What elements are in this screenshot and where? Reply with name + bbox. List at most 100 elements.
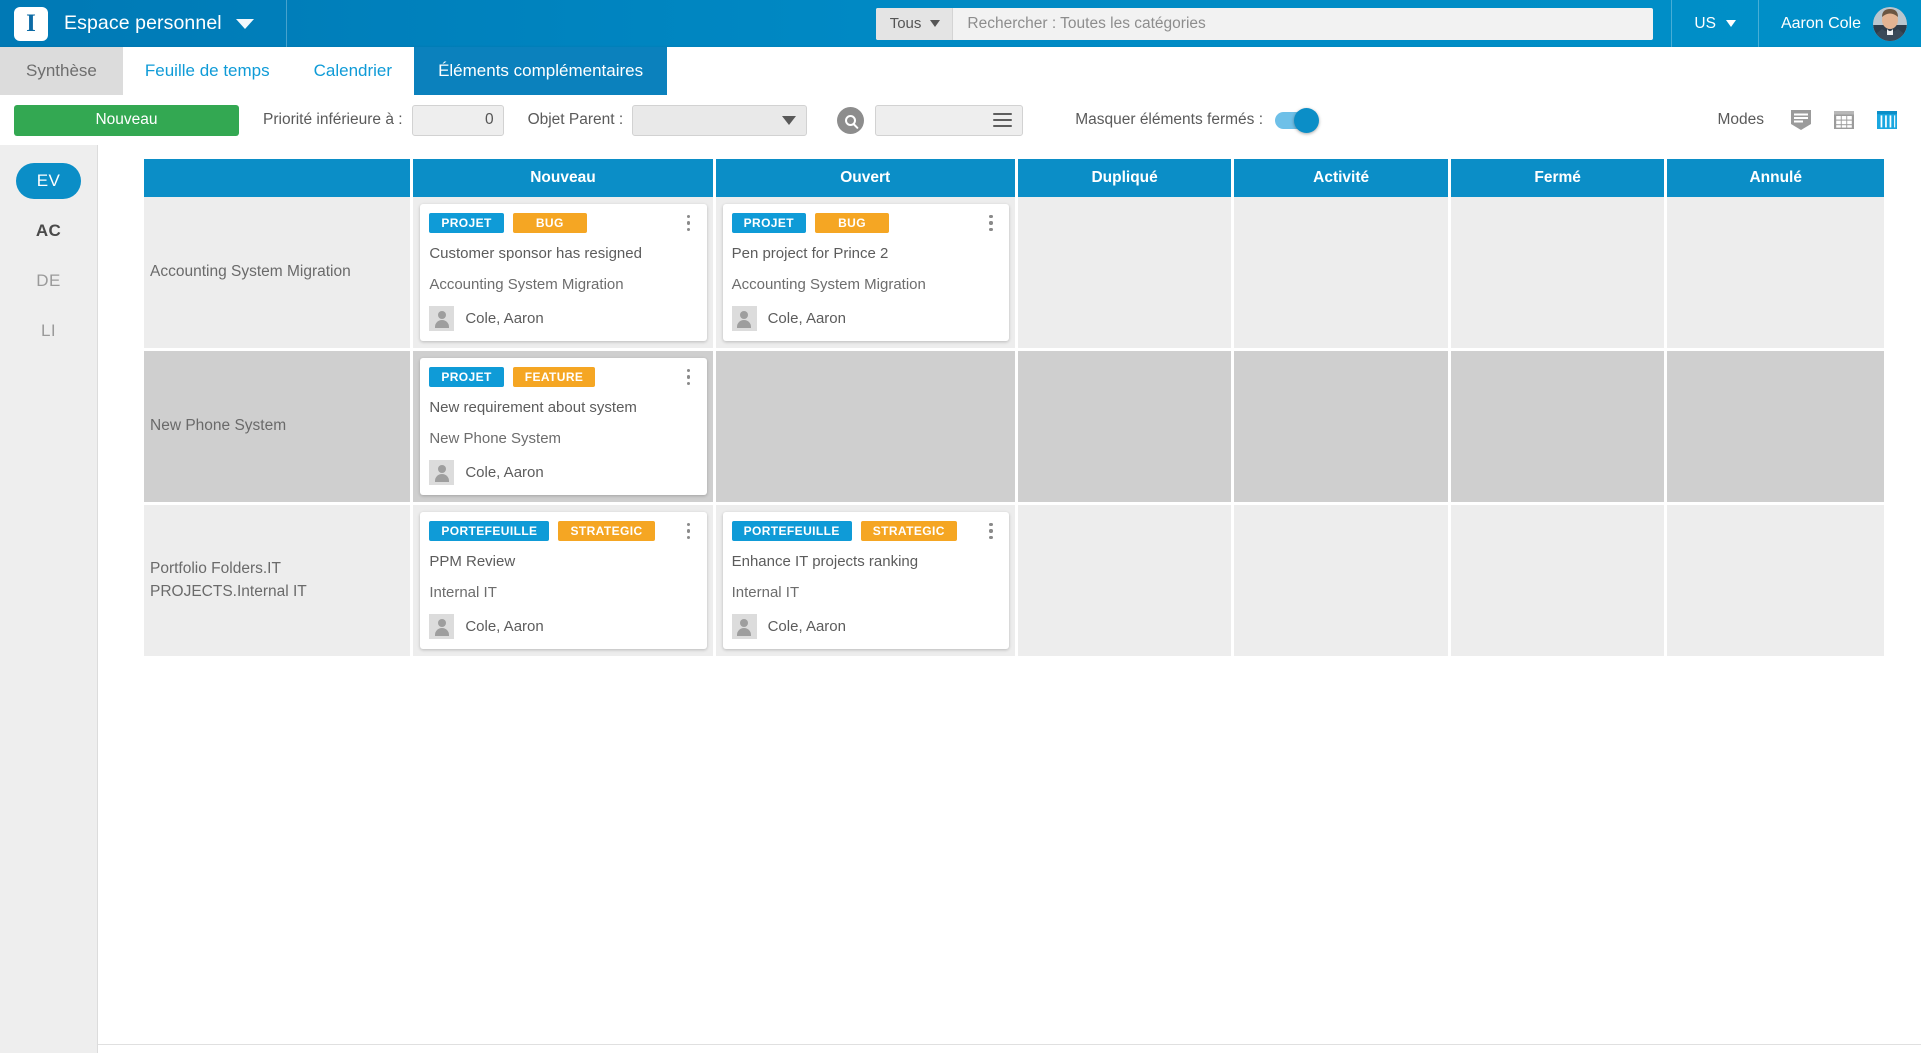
card-badges: PROJET FEATURE <box>429 367 697 387</box>
kanban-header-ouvert: Ouvert <box>716 159 1018 197</box>
kanban-cell[interactable] <box>1667 197 1884 351</box>
kanban-row-label: New Phone System <box>144 351 413 505</box>
tab-elements-complementaires[interactable]: Éléments complémentaires <box>414 47 667 95</box>
search-input[interactable] <box>953 8 1653 40</box>
kanban-cell[interactable] <box>1018 351 1235 505</box>
card-owner: Cole, Aaron <box>732 306 1000 331</box>
kanban-cell[interactable]: PROJET FEATURE New requirement about syste… <box>413 351 715 505</box>
user-menu[interactable]: Aaron Cole <box>1759 7 1921 41</box>
parent-object-select[interactable] <box>632 105 807 136</box>
card-category-badge: FEATURE <box>513 367 596 387</box>
kanban-cell[interactable] <box>1234 351 1451 505</box>
kanban-card[interactable]: PROJET FEATURE New requirement about syste… <box>420 358 706 495</box>
chevron-down-icon <box>1726 20 1736 27</box>
row-label-line: New Phone System <box>150 415 410 437</box>
kanban-row: New Phone System PROJET FEATURE New require… <box>144 351 1884 505</box>
locale-label: US <box>1694 15 1716 33</box>
card-category-badge: STRATEGIC <box>558 521 654 541</box>
kanban-cell[interactable] <box>1234 197 1451 351</box>
rail-item-de[interactable]: DE <box>0 263 97 299</box>
rail-item-ev[interactable]: EV <box>0 163 97 199</box>
kanban-cell[interactable]: PORTEFEUILLE STRATEGIC PPM Review Internal … <box>413 505 715 659</box>
kanban-row-label: Portfolio Folders.ITPROJECTS.Internal IT <box>144 505 413 659</box>
filter-input[interactable] <box>875 105 1023 136</box>
priority-label: Priorité inférieure à : <box>263 111 403 129</box>
kanban-cell[interactable]: PROJETBUGCustomer sponsor has resignedAc… <box>413 197 715 351</box>
main-area: EV AC DE LI NouveauOuvertDupliquéActivit… <box>0 145 1921 1053</box>
card-category-badge: STRATEGIC <box>861 521 957 541</box>
tab-synthese[interactable]: Synthèse <box>0 47 123 95</box>
app-logo-icon[interactable]: I <box>14 7 48 41</box>
kanban-card[interactable]: PROJETBUGPen project for Prince 2Account… <box>723 204 1009 341</box>
priority-input[interactable] <box>412 105 504 136</box>
person-icon <box>732 306 757 331</box>
card-type-badge: PROJET <box>429 213 503 233</box>
card-owner: Cole, Aaron <box>429 614 697 639</box>
search-icon <box>845 115 856 126</box>
kanban-card[interactable]: PORTEFEUILLESTRATEGICEnhance IT projects… <box>723 512 1009 649</box>
tab-feuille-de-temps[interactable]: Feuille de temps <box>123 47 292 95</box>
kanban-row: Portfolio Folders.ITPROJECTS.Internal IT… <box>144 505 1884 659</box>
card-owner: Cole, Aaron <box>429 306 697 331</box>
kanban-cell[interactable] <box>1018 197 1235 351</box>
search-button[interactable] <box>837 107 864 134</box>
kanban-cell[interactable] <box>716 351 1018 505</box>
card-title: Pen project for Prince 2 <box>732 245 1000 263</box>
avatar[interactable] <box>1873 7 1907 41</box>
chevron-down-icon <box>930 20 940 27</box>
card-owner-name: Cole, Aaron <box>465 464 543 481</box>
tab-calendrier[interactable]: Calendrier <box>292 47 414 95</box>
card-menu-icon[interactable] <box>680 367 698 387</box>
rail-item-ac[interactable]: AC <box>0 213 97 249</box>
kanban-header-blank <box>144 159 413 197</box>
card-menu-icon[interactable] <box>982 213 1000 233</box>
hide-closed-label: Masquer éléments fermés : <box>1075 111 1263 129</box>
kanban-cell[interactable] <box>1451 351 1668 505</box>
card-badges: PROJETBUG <box>429 213 697 233</box>
modes-group: Modes <box>1717 108 1921 132</box>
kanban-mode-icon[interactable] <box>1875 108 1899 132</box>
locale-selector[interactable]: US <box>1671 0 1759 47</box>
kanban-cell[interactable]: PROJETBUGPen project for Prince 2Account… <box>716 197 1018 351</box>
card-type-badge: PROJET <box>429 367 503 387</box>
new-button[interactable]: Nouveau <box>14 105 239 136</box>
kanban-cell[interactable] <box>1667 505 1884 659</box>
card-subtitle: Accounting System Migration <box>429 276 697 294</box>
kanban-cell[interactable]: PORTEFEUILLESTRATEGICEnhance IT projects… <box>716 505 1018 659</box>
kanban-cell[interactable] <box>1018 505 1235 659</box>
left-rail: EV AC DE LI <box>0 145 98 1053</box>
person-icon <box>732 614 757 639</box>
card-title: Enhance IT projects ranking <box>732 553 1000 571</box>
kanban-cell[interactable] <box>1667 351 1884 505</box>
kanban-cell[interactable] <box>1451 197 1668 351</box>
kanban-card[interactable]: PROJETBUGCustomer sponsor has resignedAc… <box>420 204 706 341</box>
kanban-card[interactable]: PORTEFEUILLE STRATEGIC PPM Review Internal … <box>420 512 706 649</box>
row-label-line: Portfolio Folders.IT <box>150 558 410 580</box>
search-scope-selector[interactable]: Tous <box>876 8 954 40</box>
card-owner-name: Cole, Aaron <box>465 618 543 635</box>
card-type-badge: PORTEFEUILLE <box>429 521 549 541</box>
kanban-cell[interactable] <box>1451 505 1668 659</box>
card-title: PPM Review <box>429 553 697 571</box>
workspace-title: Espace personnel <box>64 12 222 35</box>
rail-item-li[interactable]: LI <box>0 313 97 349</box>
card-menu-icon[interactable] <box>982 521 1000 541</box>
card-subtitle: Accounting System Migration <box>732 276 1000 294</box>
horizontal-scrollbar[interactable] <box>98 1044 1921 1053</box>
card-title: New requirement about system <box>429 399 697 417</box>
topbar-divider <box>286 0 287 47</box>
card-subtitle: Internal IT <box>429 584 697 602</box>
kanban-row-label: Accounting System Migration <box>144 197 413 351</box>
card-menu-icon[interactable] <box>680 521 698 541</box>
row-label-line: Accounting System Migration <box>150 261 410 283</box>
workspace-chevron-down-icon[interactable] <box>236 19 254 29</box>
kanban-grid: NouveauOuvertDupliquéActivitéFerméAnnulé… <box>144 159 1884 659</box>
rail-label-de: DE <box>16 263 81 299</box>
hide-closed-toggle[interactable] <box>1275 112 1317 129</box>
card-menu-icon[interactable] <box>680 213 698 233</box>
kanban-cell[interactable] <box>1234 505 1451 659</box>
kanban-body: Accounting System MigrationPROJETBUGCust… <box>144 197 1884 659</box>
grid-mode-icon[interactable] <box>1832 108 1856 132</box>
person-icon <box>429 306 454 331</box>
card-mode-icon[interactable] <box>1789 108 1813 132</box>
